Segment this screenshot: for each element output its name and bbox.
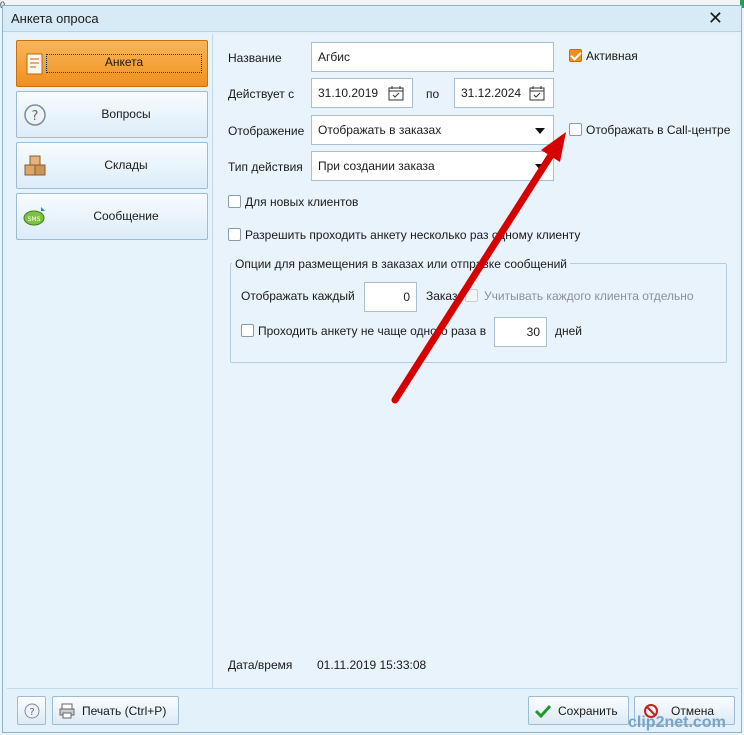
- question-icon: ?: [24, 703, 40, 719]
- action-type-value: При создании заказа: [318, 159, 435, 173]
- name-input[interactable]: Агбис: [311, 42, 554, 72]
- title-bar: Анкета опроса ✕: [3, 6, 741, 32]
- callcenter-checkbox[interactable]: [569, 123, 582, 136]
- sidebar-item-label: Сообщение: [93, 209, 159, 223]
- help-button[interactable]: ?: [17, 696, 46, 725]
- order-label: Заказ: [426, 289, 458, 303]
- options-group-title: Опции для размещения в заказах или отпра…: [232, 257, 571, 271]
- allow-multiple-checkbox[interactable]: [228, 228, 241, 241]
- sidebar-item-survey[interactable]: Анкета: [16, 40, 208, 87]
- valid-to-value: 31.12.2024: [461, 86, 522, 100]
- sidebar-item-label: Вопросы: [101, 107, 151, 121]
- active-label: Активная: [586, 49, 638, 63]
- valid-from-label: Действует с: [228, 87, 295, 101]
- new-clients-checkbox[interactable]: [228, 195, 241, 208]
- save-label: Сохранить: [558, 704, 618, 718]
- display-select[interactable]: Отображать в заказах: [311, 115, 554, 145]
- name-label: Название: [228, 51, 282, 65]
- limit-frequency-checkbox[interactable]: [241, 324, 254, 337]
- valid-to-label: по: [426, 87, 440, 101]
- svg-text:?: ?: [29, 707, 34, 718]
- form-panel: Название Агбис Активная Действует с 31.1…: [214, 34, 738, 688]
- datetime-value: 01.11.2019 15:33:08: [317, 658, 427, 672]
- watermark-logo: clip2net.com: [628, 714, 726, 731]
- checkmark-icon: [535, 704, 551, 718]
- days-label: дней: [555, 324, 583, 338]
- sidebar-item-label: Склады: [104, 158, 148, 172]
- display-value: Отображать в заказах: [318, 123, 442, 137]
- valid-to-date-input[interactable]: 31.12.2024: [454, 78, 554, 108]
- save-button[interactable]: Сохранить: [528, 696, 629, 725]
- valid-from-value: 31.10.2019: [318, 86, 379, 100]
- print-label: Печать (Ctrl+P): [82, 704, 167, 718]
- display-label: Отображение: [228, 124, 305, 138]
- count-each-client-label: Учитывать каждого клиента отдельно: [484, 289, 694, 303]
- chevron-down-icon[interactable]: [535, 164, 545, 170]
- sms-icon: SMS: [23, 207, 45, 226]
- new-clients-label: Для новых клиентов: [245, 195, 359, 209]
- count-each-client-checkbox[interactable]: [465, 289, 478, 302]
- calendar-icon[interactable]: [388, 85, 404, 101]
- chevron-down-icon[interactable]: [535, 128, 545, 134]
- svg-text:?: ?: [32, 109, 39, 124]
- close-icon[interactable]: ✕: [708, 8, 723, 28]
- action-type-label: Тип действия: [228, 160, 303, 174]
- sidebar-item-label: Анкета: [46, 54, 202, 73]
- datetime-label: Дата/время: [228, 658, 293, 672]
- sidebar-item-message[interactable]: SMS Сообщение: [16, 193, 208, 240]
- active-checkbox[interactable]: [569, 49, 582, 62]
- sidebar-item-questions[interactable]: ? Вопросы: [16, 91, 208, 138]
- window-title: Анкета опроса: [11, 11, 99, 26]
- boxes-icon: [24, 155, 46, 176]
- printer-icon: [59, 703, 75, 719]
- survey-icon: [26, 53, 43, 75]
- valid-from-date-input[interactable]: 31.10.2019: [311, 78, 413, 108]
- options-group: [230, 263, 727, 363]
- show-each-input[interactable]: 0: [364, 282, 417, 312]
- limit-days-input[interactable]: 30: [494, 317, 547, 347]
- allow-multiple-label: Разрешить проходить анкету несколько раз…: [245, 228, 581, 242]
- calendar-icon[interactable]: [529, 85, 545, 101]
- sidebar-item-warehouses[interactable]: Склады: [16, 142, 208, 189]
- survey-dialog: Анкета опроса ✕ Анкета ? Вопросы Склады …: [2, 5, 742, 733]
- question-icon: ?: [24, 104, 46, 126]
- action-type-select[interactable]: При создании заказа: [311, 151, 554, 181]
- svg-text:SMS: SMS: [28, 216, 41, 223]
- print-button[interactable]: Печать (Ctrl+P): [52, 696, 179, 725]
- callcenter-label: Отображать в Call-центре: [586, 123, 731, 137]
- sidebar: Анкета ? Вопросы Склады SMS Сообщение: [7, 34, 213, 688]
- limit-frequency-label: Проходить анкету не чаще одного раза в: [258, 324, 487, 338]
- show-each-label: Отображать каждый: [241, 289, 355, 303]
